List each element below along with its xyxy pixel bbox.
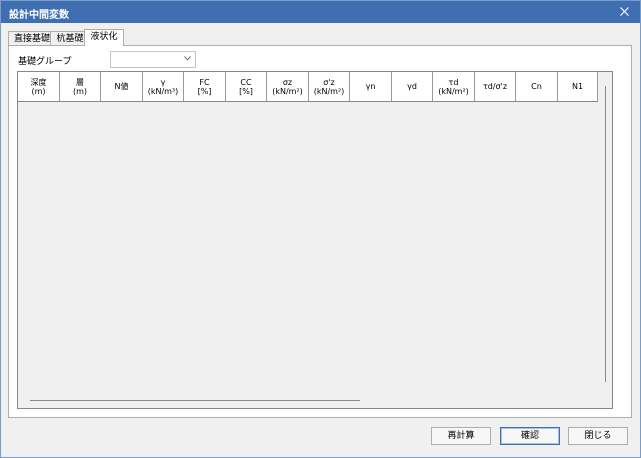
column-header[interactable]: 深度 (m) [18, 72, 60, 101]
confirm-button[interactable]: 確認 [500, 427, 560, 445]
column-header-label: σz [282, 77, 293, 87]
column-header[interactable]: N1 [558, 72, 598, 101]
column-header[interactable]: τd (kN/m²) [433, 72, 475, 101]
column-header-label: γ [160, 77, 166, 87]
chevron-down-icon [184, 56, 191, 61]
window-title: 設計中間変数 [9, 10, 69, 21]
column-header-label: Cn [531, 82, 542, 91]
column-header[interactable]: γn [350, 72, 392, 101]
column-header-unit: (kN/m³) [147, 86, 179, 96]
column-header-unit: [%] [197, 86, 212, 96]
title-bar: 設計中間変数 [1, 1, 640, 23]
column-header-label: τd/σ'z [482, 82, 508, 91]
column-header-unit: [%] [239, 86, 253, 96]
column-header-unit: (m) [31, 86, 46, 96]
column-header-unit: (kN/m²) [438, 86, 469, 96]
column-header-unit: (kN/m²) [313, 86, 345, 96]
close-icon [620, 7, 629, 16]
column-header-label: σ'z [323, 77, 335, 87]
column-header[interactable]: σ'z (kN/m²) [309, 72, 350, 101]
column-header-label: N1 [571, 82, 584, 91]
horizontal-scrollbar[interactable] [30, 400, 360, 401]
grid-header: 深度 (m) 層 (m) N値 γ (kN/m³) FC [%] CC [%] σz (kN/m²) σ'… [18, 72, 598, 102]
column-header-label: γn [365, 82, 376, 91]
vertical-scrollbar[interactable] [605, 86, 606, 382]
column-header[interactable]: γd [392, 72, 433, 101]
group-label: 基礎グループ [18, 57, 72, 67]
column-header-label: γd [407, 82, 417, 91]
column-header[interactable]: 層 (m) [60, 72, 101, 101]
column-header[interactable]: Cn [516, 72, 558, 101]
recalculate-button[interactable]: 再計算 [431, 427, 491, 445]
data-grid[interactable]: 深度 (m) 層 (m) N値 γ (kN/m³) FC [%] CC [%] σz (kN/m²) σ'… [17, 71, 613, 409]
tab-liquefaction[interactable]: 液状化 [84, 29, 124, 46]
column-header-label: 層 [76, 77, 84, 87]
column-header-label: CC [240, 77, 252, 87]
close-window-button[interactable] [614, 2, 636, 22]
column-header-unit: (kN/m²) [272, 86, 303, 96]
column-header[interactable]: σz (kN/m²) [267, 72, 309, 101]
column-header-label: τd [448, 77, 459, 87]
column-header[interactable]: FC [%] [184, 72, 226, 101]
column-header-label: N値 [114, 82, 129, 91]
group-select[interactable] [110, 51, 196, 68]
column-header-label: FC [199, 77, 210, 87]
column-header[interactable]: CC [%] [226, 72, 267, 101]
column-header-label: 深度 [30, 77, 47, 87]
close-button[interactable]: 閉じる [568, 427, 628, 445]
column-header[interactable]: γ (kN/m³) [143, 72, 184, 101]
column-header[interactable]: τd/σ'z [475, 72, 516, 101]
column-header[interactable]: N値 [101, 72, 143, 101]
column-header-unit: (m) [72, 86, 88, 96]
tab-direct-foundation[interactable]: 直接基礎 [8, 31, 56, 46]
